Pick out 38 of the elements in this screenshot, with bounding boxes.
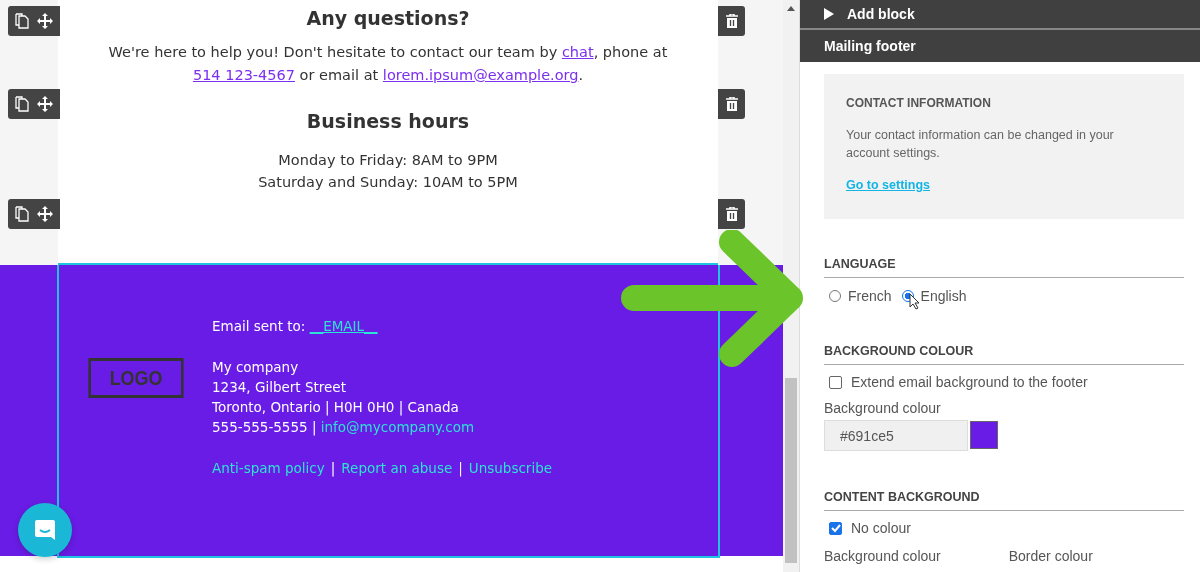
checkbox-label: No colour (851, 520, 911, 536)
hours-heading: Business hours (305, 109, 471, 133)
card-text: Your contact information can be changed in your account settings. (846, 127, 1115, 162)
company-line: 1234, Gilbert Street (212, 378, 347, 397)
selected-footer-block[interactable]: LOGO Email sent to: __EMAIL__ My company 1234, Gilbert Street Toronto, Ontario | H0H 0H0 | Canada 555-555-5555 | info@mycompany.com Anti-spam policy | Report an abuse | Unsubscribe (57, 263, 720, 558)
separator: | (311, 419, 317, 435)
radio-label: French (848, 288, 892, 304)
field-label: Background colour (824, 548, 941, 564)
email-link[interactable]: __EMAIL__ (309, 318, 378, 334)
section-heading: LANGUAGE (824, 257, 1184, 278)
footer-link[interactable]: Unsubscribe (468, 460, 553, 476)
footer-link[interactable]: Report an abuse (341, 460, 453, 476)
footer-link[interactable]: Anti-spam policy (212, 460, 325, 476)
contact-link[interactable]: 514 123-4567 (192, 67, 295, 83)
contact-link[interactable]: chat (561, 44, 594, 60)
section-title: Mailing footer (800, 30, 1200, 62)
separator: | (458, 460, 463, 476)
contact-paragraph: We're here to help you! Don't hesitate to contact our team by chat, phone at 514 123-4567 or email at lorem.ipsum@example.org. (107, 43, 669, 85)
checkbox-label: Extend email background to the footer (851, 374, 1088, 390)
company-line: Toronto, Ontario | H0H 0H0 | Canada (212, 398, 460, 417)
email-sent-label: Email sent to: (212, 318, 306, 334)
questions-heading: Any questions? (305, 6, 471, 30)
section-heading: CONTENT BACKGROUND (824, 490, 1184, 511)
field-label: Border colour (1008, 548, 1093, 564)
hours-line: Monday to Friday: 8AM to 9PM (277, 151, 499, 170)
add-block-header[interactable]: Add block (800, 0, 1200, 30)
field-label: Background colour (824, 400, 942, 416)
hours-line: Saturday and Sunday: 10AM to 5PM (257, 173, 519, 192)
section-heading: BACKGROUND COLOUR (824, 344, 1184, 365)
colour-input[interactable]: #691ce5 (824, 420, 968, 451)
separator: | (330, 460, 336, 476)
radio-label: English (920, 288, 967, 304)
company-line: My company (212, 358, 300, 377)
phone-text: 555-555-5555 (212, 419, 308, 435)
email-link[interactable]: info@mycompany.com (320, 419, 475, 435)
card-title: CONTACT INFORMATION (846, 96, 992, 110)
logo-placeholder: LOGO (88, 358, 184, 398)
contact-link[interactable]: lorem.ipsum@example.org (382, 67, 579, 83)
